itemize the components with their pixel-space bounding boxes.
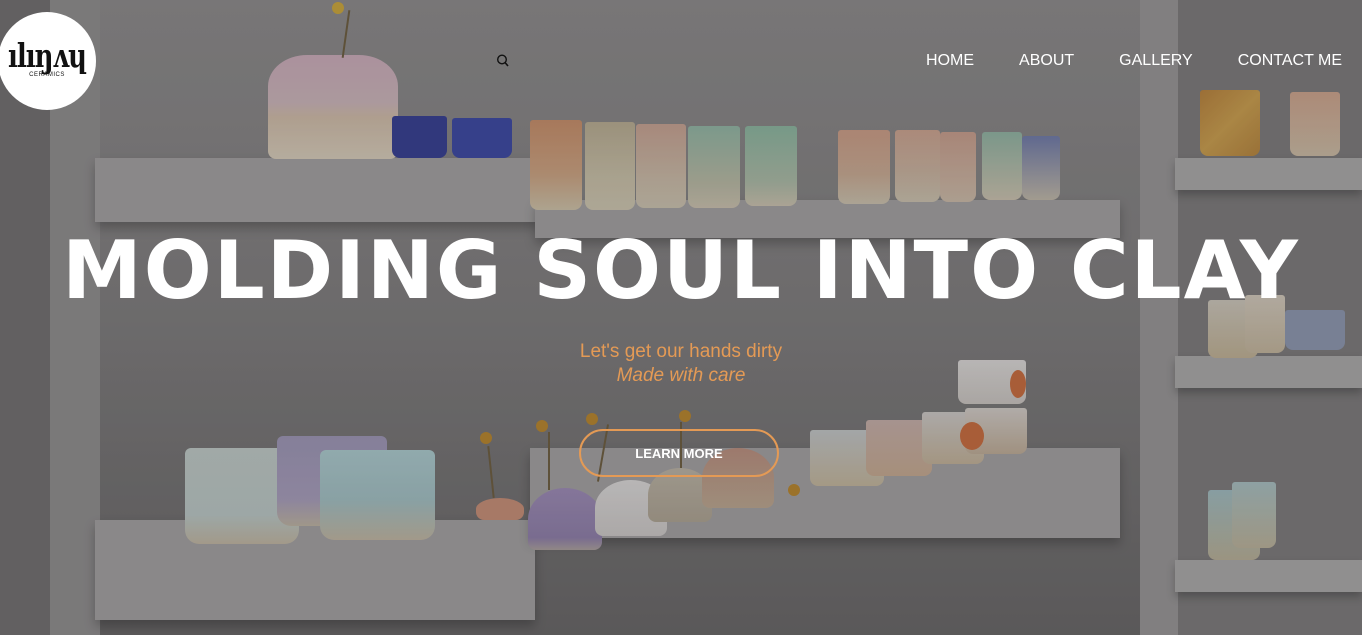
learn-more-button[interactable]: LEARN MORE	[579, 429, 779, 477]
tagline-text: Let's get our hands dirty	[579, 341, 783, 362]
tagline-italic-text: Made with care	[616, 365, 746, 386]
brand-logo[interactable]: ılıŋʌɥ CERAMICS	[0, 12, 96, 110]
nav-contact-link[interactable]: CONTACT ME	[1238, 52, 1342, 70]
nav-home-link[interactable]: HOME	[926, 52, 974, 70]
hero-section: ılıŋʌɥ CERAMICS HOME ABOUT GALLERY CONTA…	[0, 0, 1362, 635]
main-nav: HOME ABOUT GALLERY CONTACT ME	[926, 52, 1342, 70]
hero-headline: MOLDING SOUL INTO CLAY	[62, 224, 1300, 317]
hero-overlay	[0, 0, 1362, 635]
nav-gallery-link[interactable]: GALLERY	[1119, 52, 1193, 70]
search-icon-glyph	[496, 54, 509, 67]
hero-tagline: Let's get our hands dirty Made with care	[0, 340, 1362, 388]
logo-mark: ılıŋʌɥ	[7, 38, 87, 76]
nav-about-link[interactable]: ABOUT	[1019, 52, 1074, 70]
search-icon[interactable]	[496, 53, 510, 69]
